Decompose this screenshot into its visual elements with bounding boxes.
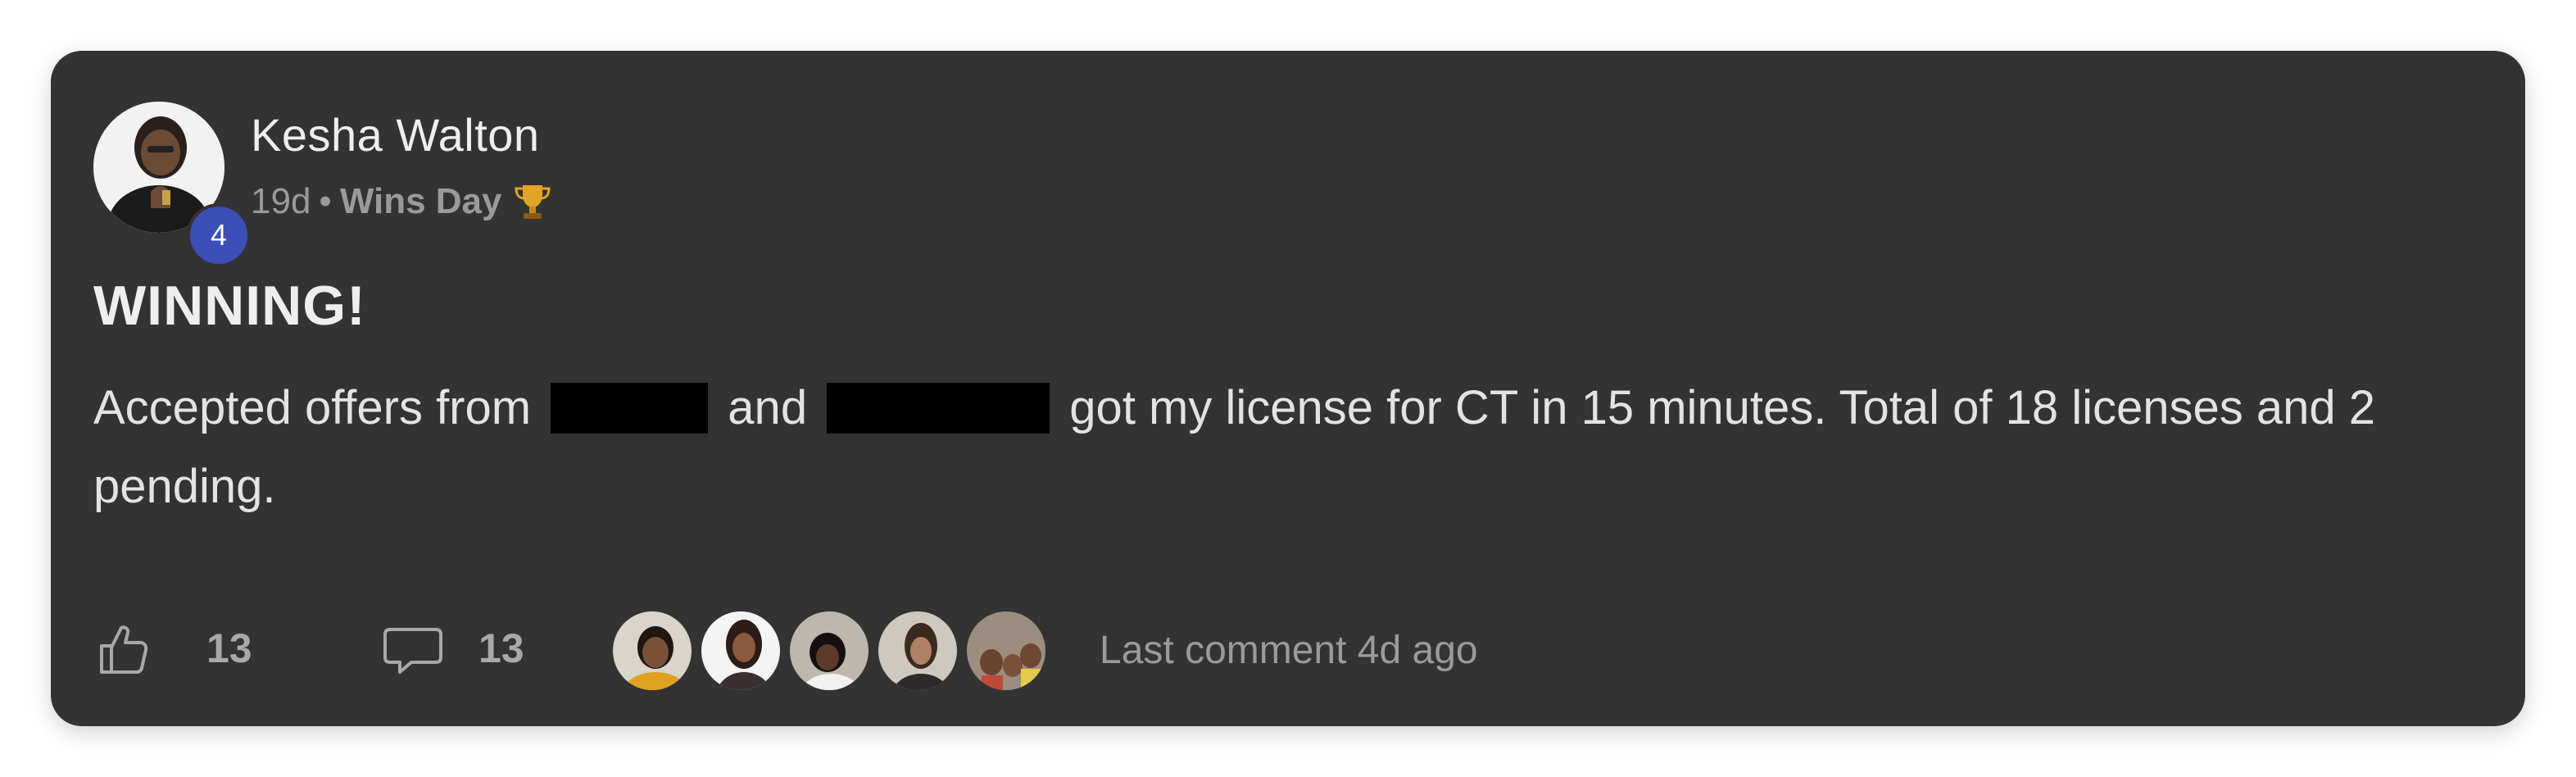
post-age: 19d — [251, 181, 311, 221]
post-footer: 13 13 Last comment 4d ago — [93, 608, 2469, 707]
trophy-icon — [515, 185, 551, 219]
commenter-avatar[interactable] — [964, 608, 1049, 693]
commenter-avatar[interactable] — [787, 608, 872, 693]
post-category[interactable]: Wins Day — [340, 181, 502, 222]
post-title: WINNING! — [93, 275, 366, 337]
commenter-avatars[interactable] — [610, 608, 1052, 693]
level-badge: 4 — [187, 203, 251, 267]
user-photo-avatar-icon — [967, 611, 1045, 690]
redaction-block — [551, 383, 709, 434]
meta-separator: • — [319, 181, 332, 221]
author-name[interactable]: Kesha Walton — [251, 108, 540, 161]
user-photo-avatar-icon — [701, 611, 780, 690]
comment-icon[interactable] — [380, 620, 446, 682]
commenter-avatar[interactable] — [610, 608, 695, 693]
like-count: 13 — [206, 625, 252, 671]
post-card[interactable]: 4 Kesha Walton 19d • Wins Day WINNING! A… — [51, 51, 2525, 726]
author-avatar-wrap[interactable]: 4 — [93, 102, 251, 267]
commenter-avatar[interactable] — [875, 608, 960, 693]
user-photo-avatar-icon — [790, 611, 868, 690]
post-body-text-2: and — [714, 381, 821, 434]
comment-count: 13 — [478, 625, 524, 671]
thumbs-up-icon[interactable] — [93, 618, 156, 680]
post-body: Accepted offers from and got my license … — [93, 369, 2519, 526]
commenter-avatar[interactable] — [698, 608, 783, 693]
user-photo-avatar-icon — [613, 611, 692, 690]
post-body-text-1: Accepted offers from — [93, 381, 545, 434]
last-comment-time[interactable]: Last comment 4d ago — [1100, 628, 1478, 673]
post-meta: 19d • Wins Day — [251, 180, 554, 223]
redaction-block — [827, 383, 1050, 434]
user-photo-avatar-icon — [878, 611, 957, 690]
